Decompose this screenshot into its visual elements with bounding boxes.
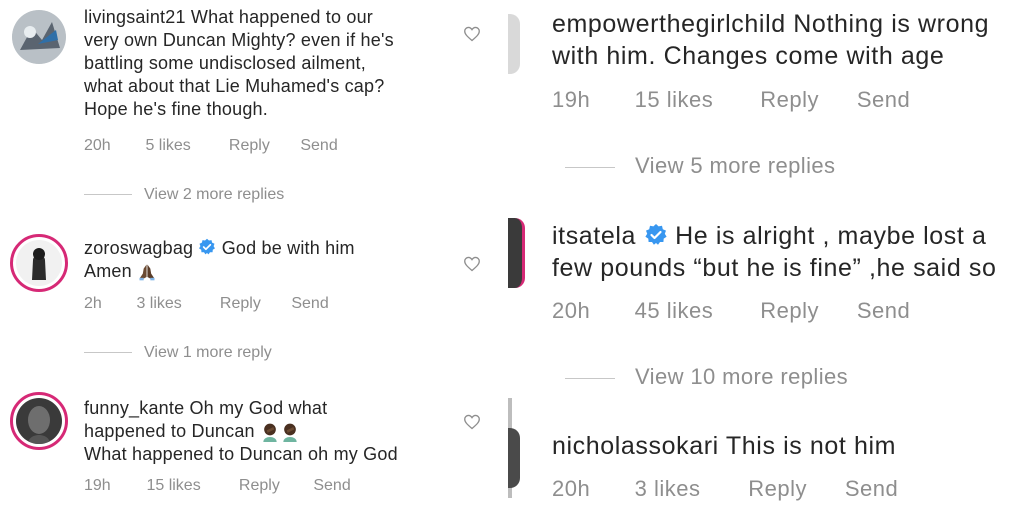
username[interactable]: livingsaint21 — [84, 7, 186, 27]
view-more-replies[interactable]: View 1 more reply — [84, 344, 272, 362]
username[interactable]: empowerthegirlchild — [552, 10, 786, 38]
send-button[interactable]: Send — [291, 295, 328, 313]
avatar[interactable] — [508, 428, 520, 488]
timestamp: 2h — [84, 295, 102, 312]
comment-text-line: God be with him — [221, 238, 355, 258]
reply-button[interactable]: Reply — [229, 137, 296, 155]
divider-line — [84, 352, 132, 354]
view-more-replies[interactable]: View 10 more replies — [565, 364, 848, 390]
likes-count[interactable]: 5 likes — [145, 137, 224, 155]
comment-text-line: Nothing is wrong — [793, 10, 990, 38]
comment-meta: 20h 5 likes Reply Send — [84, 137, 338, 155]
comment-livingsaint21: livingsaint21 What happened to our very … — [0, 0, 498, 210]
send-button[interactable]: Send — [300, 137, 337, 155]
avatar-image — [16, 240, 62, 286]
likes-count[interactable]: 3 likes — [635, 476, 742, 502]
comment-zoroswagbag: zoroswagbag God be with him Amen 2h 3 li… — [0, 226, 498, 376]
comment-text-line: What happened to our — [190, 7, 374, 27]
username[interactable]: funny_kante — [84, 398, 184, 418]
comment-text-line: what about that Lie Muhamed's cap? — [84, 76, 385, 96]
facepalm-emoji — [263, 423, 277, 443]
heart-icon[interactable] — [463, 256, 481, 272]
comment-text-line: with him. Changes come with age — [552, 42, 945, 70]
screenshot-divider — [498, 0, 508, 520]
comment-body: livingsaint21 What happened to our very … — [84, 6, 464, 121]
username[interactable]: zoroswagbag — [84, 238, 193, 258]
comment-body: empowerthegirlchild Nothing is wrong wit… — [552, 8, 1022, 72]
timestamp: 20h — [552, 298, 591, 323]
praying-hands-emoji — [139, 264, 155, 281]
view-more-replies[interactable]: View 5 more replies — [565, 153, 835, 179]
username[interactable]: nicholassokari — [552, 432, 719, 460]
avatar[interactable] — [10, 234, 68, 292]
reply-button[interactable]: Reply — [239, 477, 309, 495]
view-more-replies[interactable]: View 2 more replies — [84, 186, 284, 204]
reply-button[interactable]: Reply — [748, 476, 838, 502]
comment-text-line: What happened to Duncan oh my God — [84, 444, 398, 464]
timestamp: 19h — [552, 87, 591, 112]
send-button[interactable]: Send — [313, 477, 350, 495]
avatar[interactable] — [12, 10, 66, 64]
timestamp: 20h — [552, 476, 591, 501]
avatar-image — [12, 10, 66, 64]
comments-panel-left: livingsaint21 What happened to our very … — [0, 0, 498, 520]
timestamp: 20h — [84, 137, 111, 154]
reply-button[interactable]: Reply — [220, 295, 287, 313]
verified-badge-icon — [199, 239, 216, 255]
timestamp: 19h — [84, 477, 111, 494]
comment-body: zoroswagbag God be with him Amen — [84, 237, 464, 283]
comment-funny-kante: funny_kante Oh my God what happened to D… — [0, 384, 498, 514]
comment-body: funny_kante Oh my God what happened to D… — [84, 397, 464, 466]
comment-text-line: This is not him — [725, 432, 897, 460]
comment-body: nicholassokari This is not him — [552, 430, 1022, 462]
comment-itsatela: itsatela He is alright , maybe lost a fe… — [508, 212, 1024, 402]
comment-meta: 2h 3 likes Reply Send — [84, 295, 329, 313]
likes-count[interactable]: 45 likes — [635, 298, 754, 324]
comments-panel-right: empowerthegirlchild Nothing is wrong wit… — [508, 0, 1024, 520]
comment-text-line: battling some undisclosed ailment, — [84, 53, 366, 73]
comment-nicholassokari: nicholassokari This is not him 20h 3 lik… — [508, 398, 1024, 520]
avatar[interactable] — [508, 14, 520, 74]
avatar[interactable] — [508, 218, 525, 288]
comment-meta: 19h 15 likes Reply Send — [552, 87, 910, 113]
view-more-replies-label[interactable]: View 5 more replies — [635, 153, 835, 178]
divider-line — [565, 377, 615, 379]
comment-text-line: very own Duncan Mighty? even if he's — [84, 30, 394, 50]
reply-button[interactable]: Reply — [760, 87, 850, 113]
comment-text-line: few pounds “but he is fine” ,he said so — [552, 254, 997, 282]
heart-icon[interactable] — [463, 414, 481, 430]
comment-text-line: He is alright , maybe lost a — [675, 222, 987, 250]
comment-text-line: Oh my God what — [189, 398, 328, 418]
likes-count[interactable]: 15 likes — [635, 87, 754, 113]
likes-count[interactable]: 15 likes — [146, 477, 234, 495]
divider-line — [84, 194, 132, 196]
send-button[interactable]: Send — [857, 87, 910, 113]
comment-text-line: Hope he's fine though. — [84, 99, 268, 119]
comment-meta: 19h 15 likes Reply Send — [84, 477, 351, 495]
comment-text-line: happened to Duncan — [84, 421, 255, 441]
comment-meta: 20h 45 likes Reply Send — [552, 298, 910, 324]
view-more-replies-label[interactable]: View 1 more reply — [144, 344, 272, 361]
comment-body: itsatela He is alright , maybe lost a fe… — [552, 220, 1022, 284]
avatar-image — [16, 398, 62, 444]
reply-button[interactable]: Reply — [760, 298, 850, 324]
send-button[interactable]: Send — [845, 476, 898, 502]
divider-line — [565, 166, 615, 168]
avatar[interactable] — [10, 392, 68, 450]
facepalm-emoji — [283, 423, 297, 443]
comment-text-line: Amen — [84, 261, 132, 281]
send-button[interactable]: Send — [857, 298, 910, 324]
likes-count[interactable]: 3 likes — [136, 295, 215, 313]
view-more-replies-label[interactable]: View 10 more replies — [635, 364, 848, 389]
view-more-replies-label[interactable]: View 2 more replies — [144, 186, 284, 203]
verified-badge-icon — [644, 224, 667, 246]
comment-meta: 20h 3 likes Reply Send — [552, 476, 898, 502]
username[interactable]: itsatela — [552, 222, 636, 250]
heart-icon[interactable] — [463, 26, 481, 42]
comment-empowerthegirlchild: empowerthegirlchild Nothing is wrong wit… — [508, 0, 1024, 200]
